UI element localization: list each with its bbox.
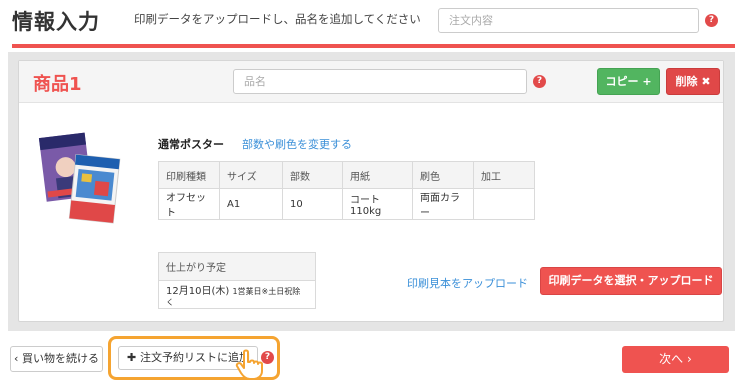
add-to-list-highlight: ✚ 注文予約リストに追加 ? [108, 336, 280, 380]
hand-pointer-icon [235, 349, 263, 380]
poster-thumbnail [38, 132, 121, 224]
copy-button[interactable]: コピー + [597, 68, 660, 95]
plus-icon: + [642, 75, 652, 88]
spec-header-row: 印刷種類 サイズ 部数 用紙 刷色 加工 [158, 161, 535, 189]
delivery-header-row: 仕上がり予定 [158, 252, 316, 281]
spec-table: 印刷種類 サイズ 部数 用紙 刷色 加工 オフセット A1 10 コート110k… [158, 161, 535, 220]
spec-value-cell: オフセット [158, 188, 220, 220]
spec-value-cell: 10 [282, 188, 343, 220]
next-button[interactable]: 次へ › [622, 346, 729, 373]
spec-header-cell: 刷色 [412, 161, 474, 189]
delivery-value-cell: 12月10日(木) 1営業日※土日祝除く [158, 280, 316, 309]
change-quantity-link[interactable]: 部数や刷色を変更する [242, 136, 352, 152]
spec-value-cell [473, 188, 535, 220]
spec-value-cell: コート110kg [342, 188, 413, 220]
page-title: 情報入力 [12, 10, 100, 34]
spec-header-cell: 部数 [282, 161, 343, 189]
page-subtitle: 印刷データをアップロードし、品名を追加してください [134, 12, 421, 26]
next-label: 次へ [659, 352, 684, 366]
product-card-header: 商品1 ? コピー + 削除 ✖ [19, 61, 723, 103]
plus-icon: ✚ [127, 351, 141, 364]
spec-header-cell: 用紙 [342, 161, 413, 189]
delete-button-label: 削除 [675, 75, 698, 88]
delete-button[interactable]: 削除 ✖ [666, 68, 720, 95]
chevron-right-icon: › [683, 352, 692, 366]
copy-button-label: コピー [605, 75, 639, 88]
add-to-list-label: 注文予約リストに追加 [140, 351, 251, 364]
continue-shopping-button[interactable]: ‹ 買い物を続ける [10, 346, 103, 372]
spec-value-row: オフセット A1 10 コート110kg 両面カラー [158, 188, 535, 220]
select-data-button[interactable]: 印刷データを選択・アップロード [540, 267, 722, 295]
spec-header-cell: 加工 [473, 161, 535, 189]
chevron-left-icon: ‹ [14, 352, 22, 365]
product-title: 商品1 [33, 74, 82, 95]
order-content-input[interactable] [438, 8, 699, 33]
upload-sample-link[interactable]: 印刷見本をアップロード [407, 275, 528, 291]
delivery-table: 仕上がり予定 12月10日(木) 1営業日※土日祝除く [158, 252, 316, 309]
poster-type-label: 通常ポスター [158, 138, 224, 151]
spec-value-cell: A1 [219, 188, 283, 220]
product-panel: 商品1 ? コピー + 削除 ✖ 通常ポスター [8, 52, 735, 331]
delivery-date: 12月10日(木) [166, 285, 230, 297]
header-divider [12, 44, 735, 48]
product-card: 商品1 ? コピー + 削除 ✖ 通常ポスター [18, 60, 724, 322]
close-icon: ✖ [701, 75, 711, 88]
spec-value-cell: 両面カラー [412, 188, 474, 220]
spec-header-cell: 印刷種類 [158, 161, 220, 189]
spec-header-cell: サイズ [219, 161, 283, 189]
product-name-input[interactable] [233, 69, 527, 94]
header: 情報入力 印刷データをアップロードし、品名を追加してください ? [0, 0, 740, 44]
continue-shopping-label: 買い物を続ける [21, 352, 99, 365]
help-icon[interactable]: ? [533, 75, 546, 88]
delivery-value-row: 12月10日(木) 1営業日※土日祝除く [158, 280, 316, 309]
delivery-header: 仕上がり予定 [158, 252, 316, 281]
help-icon[interactable]: ? [705, 14, 718, 27]
